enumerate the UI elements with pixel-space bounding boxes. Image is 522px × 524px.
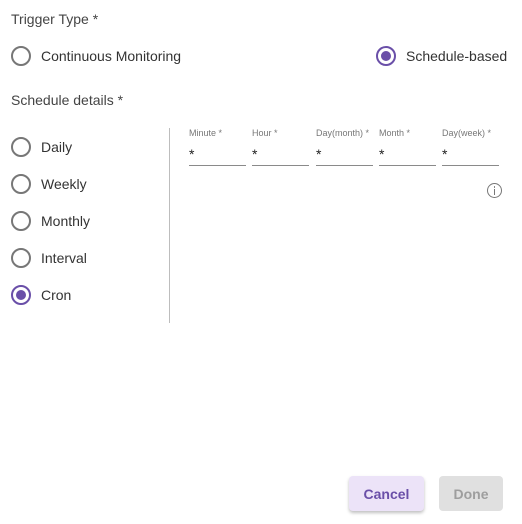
cron-field-month: Month * — [379, 128, 436, 166]
radio-unchecked-icon[interactable] — [11, 211, 31, 231]
cron-month-input[interactable] — [379, 146, 436, 166]
cron-hour-input[interactable] — [252, 146, 309, 166]
cron-field-label: Day(week) * — [442, 128, 492, 138]
schedule-option-label: Weekly — [41, 176, 87, 192]
schedule-option-weekly[interactable]: Weekly — [11, 174, 87, 194]
trigger-option-schedule-based[interactable]: Schedule-based — [376, 46, 507, 66]
cron-field-label: Minute * — [189, 128, 223, 138]
trigger-option-label: Continuous Monitoring — [41, 48, 182, 64]
trigger-type-title: Trigger Type * — [11, 11, 99, 27]
schedule-option-daily[interactable]: Daily — [11, 137, 72, 157]
radio-checked-icon[interactable] — [11, 285, 31, 305]
radio-checked-icon[interactable] — [376, 46, 396, 66]
cron-field-hour: Hour * — [252, 128, 309, 166]
schedule-option-interval[interactable]: Interval — [11, 248, 87, 268]
cron-minute-input[interactable] — [189, 146, 246, 166]
trigger-option-continuous-monitoring[interactable]: Continuous Monitoring — [11, 46, 181, 66]
cron-field-label: Hour * — [252, 128, 278, 138]
schedule-details-title: Schedule details * — [11, 92, 124, 108]
trigger-option-label: Schedule-based — [406, 48, 508, 64]
schedule-option-monthly[interactable]: Monthly — [11, 211, 90, 231]
radio-unchecked-icon[interactable] — [11, 248, 31, 268]
schedule-option-label: Cron — [41, 287, 72, 303]
radio-unchecked-icon[interactable] — [11, 46, 31, 66]
radio-unchecked-icon[interactable] — [11, 137, 31, 157]
radio-unchecked-icon[interactable] — [11, 174, 31, 194]
schedule-option-label: Daily — [41, 139, 73, 155]
cron-day-of-month-input[interactable] — [316, 146, 373, 166]
vertical-divider — [169, 128, 170, 323]
schedule-option-cron[interactable]: Cron — [11, 285, 71, 305]
cancel-button[interactable]: Cancel — [349, 476, 424, 511]
cron-field-label: Month * — [379, 128, 411, 138]
schedule-option-label: Monthly — [41, 213, 91, 229]
cron-day-of-week-input[interactable] — [442, 146, 499, 166]
schedule-option-label: Interval — [41, 250, 87, 266]
cron-field-minute: Minute * — [189, 128, 246, 166]
done-button[interactable]: Done — [439, 476, 503, 511]
info-circle-icon[interactable] — [487, 183, 502, 198]
cron-field-day-of-month: Day(month) * — [316, 128, 373, 166]
cron-field-label: Day(month) * — [316, 128, 370, 138]
cron-field-day-of-week: Day(week) * — [442, 128, 499, 166]
